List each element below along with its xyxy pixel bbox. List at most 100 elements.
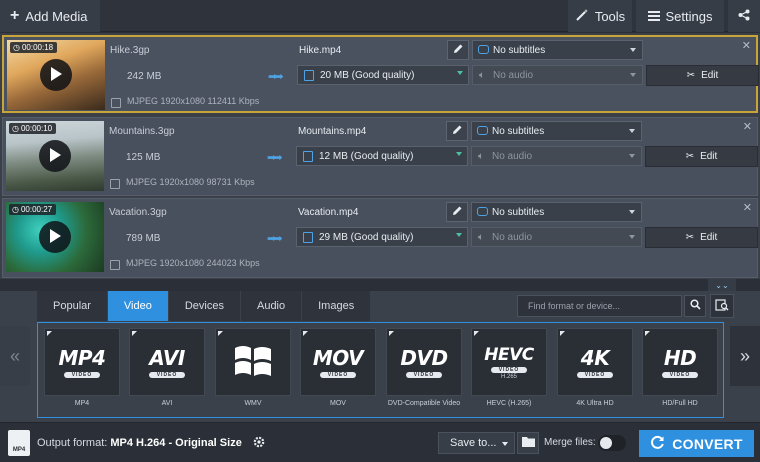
format-tile: AVI VIDEO bbox=[129, 328, 205, 396]
format-caption: DVD-Compatible Video bbox=[387, 400, 461, 407]
output-settings-button[interactable] bbox=[249, 433, 269, 453]
play-button[interactable] bbox=[39, 140, 71, 172]
convert-arrow-icon: ➡➡ bbox=[268, 71, 284, 83]
remove-file-close-icon[interactable]: ✕ bbox=[743, 120, 752, 133]
rename-button[interactable] bbox=[446, 121, 468, 141]
chevron-right-icon: » bbox=[739, 345, 750, 366]
duration-text: 00:00:18 bbox=[21, 43, 54, 52]
audio-select[interactable]: 🔈︎ No audio bbox=[471, 227, 642, 247]
chevron-down-icon bbox=[456, 233, 462, 237]
format-wmv[interactable]: WMV bbox=[214, 328, 292, 407]
subtitles-select[interactable]: No subtitles bbox=[472, 40, 643, 60]
output-quality-value: 20 MB (Good quality) bbox=[320, 69, 415, 81]
speaker-icon: 🔈︎ bbox=[479, 70, 485, 81]
convert-button[interactable]: CONVERT bbox=[639, 430, 754, 457]
tools-button[interactable]: Tools bbox=[568, 0, 632, 32]
format-avi[interactable]: AVI VIDEO AVI bbox=[128, 328, 206, 407]
rename-button[interactable] bbox=[446, 202, 468, 222]
clock-icon: ◷ bbox=[13, 43, 20, 52]
scroll-left-button[interactable]: « bbox=[0, 326, 30, 386]
edit-button[interactable]: ✂ Edit bbox=[646, 65, 759, 86]
format-tile: 4K VIDEO bbox=[557, 328, 633, 396]
detect-device-button[interactable] bbox=[710, 294, 734, 318]
video-thumbnail[interactable]: ◷ 00:00:10 bbox=[6, 121, 104, 191]
format-mp4[interactable]: MP4 VIDEO MP4 bbox=[43, 328, 121, 407]
add-media-button[interactable]: + Add Media bbox=[0, 0, 100, 32]
file-icon bbox=[303, 232, 313, 243]
file-row[interactable]: ◷ 00:00:27 Vacation.3gp 789 MB MJPEG 1920… bbox=[2, 198, 758, 278]
play-button[interactable] bbox=[39, 221, 71, 253]
tab-images[interactable]: Images bbox=[302, 291, 371, 321]
format-hd[interactable]: HD VIDEO HD/Full HD bbox=[641, 328, 719, 407]
remove-file-close-icon[interactable]: ✕ bbox=[742, 39, 751, 52]
toggle-knob bbox=[600, 437, 612, 449]
subtitles-icon bbox=[478, 45, 489, 54]
output-file-name[interactable]: Vacation.mp4 bbox=[298, 207, 358, 218]
format-4k[interactable]: 4K VIDEO 4K Ultra HD bbox=[556, 328, 634, 407]
search-button[interactable] bbox=[684, 295, 706, 317]
settings-button[interactable]: Settings bbox=[636, 0, 724, 32]
open-folder-button[interactable] bbox=[517, 432, 539, 454]
audio-select[interactable]: 🔈︎ No audio bbox=[472, 65, 643, 85]
play-icon bbox=[49, 228, 61, 246]
format-search-input[interactable]: Find format or device... bbox=[517, 295, 682, 317]
subtitles-select[interactable]: No subtitles bbox=[471, 121, 642, 141]
format-mov[interactable]: MOV VIDEO MOV bbox=[299, 328, 377, 407]
format-caption: WMV bbox=[244, 400, 262, 407]
output-file-name[interactable]: Mountains.mp4 bbox=[298, 126, 366, 137]
bottom-bar: MP4 Output format: MP4 H.264 - Original … bbox=[0, 422, 760, 462]
tab-devices[interactable]: Devices bbox=[168, 291, 240, 321]
subtitles-select[interactable]: No subtitles bbox=[471, 202, 642, 222]
edit-label: Edit bbox=[701, 70, 719, 81]
file-row[interactable]: ◷ 00:00:10 Mountains.3gp 125 MB MJPEG 192… bbox=[2, 117, 758, 196]
format-hevc[interactable]: HEVC VIDEO H.265 HEVC (H.265) bbox=[470, 328, 548, 407]
output-file-name[interactable]: Hike.mp4 bbox=[299, 45, 341, 56]
edit-button[interactable]: ✂ Edit bbox=[645, 146, 758, 167]
duration-badge: ◷ 00:00:27 bbox=[9, 204, 57, 215]
source-file-info: MJPEG 1920x1080 98731 Kbps bbox=[126, 177, 255, 187]
rename-button[interactable] bbox=[447, 40, 469, 60]
double-chevron-down-icon: ⌄⌄ bbox=[715, 280, 729, 290]
chevron-down-icon bbox=[629, 129, 635, 133]
output-quality-select[interactable]: 12 MB (Good quality) bbox=[296, 146, 468, 166]
file-row[interactable]: ◷ 00:00:18 Hike.3gp 242 MB MJPEG 1920x108… bbox=[2, 35, 759, 113]
merge-files-toggle[interactable] bbox=[598, 435, 626, 451]
chevron-left-icon: « bbox=[9, 345, 20, 366]
format-caption: MP4 bbox=[74, 400, 90, 407]
tab-popular[interactable]: Popular bbox=[37, 291, 107, 321]
format-pill: VIDEO bbox=[148, 372, 186, 378]
format-caption: 4K Ultra HD bbox=[576, 400, 614, 407]
format-dvd[interactable]: DVD VIDEO DVD-Compatible Video bbox=[385, 328, 463, 407]
magic-wand-icon bbox=[575, 8, 589, 25]
duration-text: 00:00:27 bbox=[20, 205, 53, 214]
tab-video[interactable]: Video bbox=[107, 291, 168, 321]
chevron-down-icon bbox=[502, 442, 508, 446]
device-search-icon bbox=[715, 298, 729, 315]
remove-file-close-icon[interactable]: ✕ bbox=[743, 201, 752, 214]
play-button[interactable] bbox=[40, 59, 72, 91]
tab-audio[interactable]: Audio bbox=[240, 291, 302, 321]
output-format-label[interactable]: Output format: MP4 H.264 - Original Size bbox=[37, 437, 242, 449]
scissors-icon: ✂ bbox=[685, 232, 695, 243]
video-thumbnail[interactable]: ◷ 00:00:18 bbox=[7, 40, 105, 110]
video-thumbnail[interactable]: ◷ 00:00:27 bbox=[6, 202, 104, 272]
format-caption: HEVC (H.265) bbox=[486, 400, 532, 407]
convert-label: CONVERT bbox=[672, 435, 743, 452]
source-file-size: 242 MB bbox=[127, 71, 162, 82]
save-to-button[interactable]: Save to... bbox=[438, 432, 515, 454]
duration-badge: ◷ 00:00:18 bbox=[10, 42, 58, 53]
format-logo: MOV bbox=[312, 346, 364, 370]
clock-icon: ◷ bbox=[12, 124, 19, 133]
speaker-icon: 🔈︎ bbox=[478, 151, 484, 162]
share-button[interactable] bbox=[728, 0, 760, 32]
scroll-right-button[interactable]: » bbox=[730, 326, 760, 386]
collapse-panel-button[interactable]: ⌄⌄ bbox=[708, 279, 736, 291]
format-tile: DVD VIDEO bbox=[386, 328, 462, 396]
output-quality-select[interactable]: 20 MB (Good quality) bbox=[297, 65, 469, 85]
output-format-icon[interactable]: MP4 bbox=[8, 430, 30, 456]
output-quality-select[interactable]: 29 MB (Good quality) bbox=[296, 227, 468, 247]
film-icon bbox=[111, 98, 121, 108]
audio-select[interactable]: 🔈︎ No audio bbox=[471, 146, 642, 166]
edit-button[interactable]: ✂ Edit bbox=[645, 227, 758, 248]
audio-value: No audio bbox=[492, 150, 533, 162]
